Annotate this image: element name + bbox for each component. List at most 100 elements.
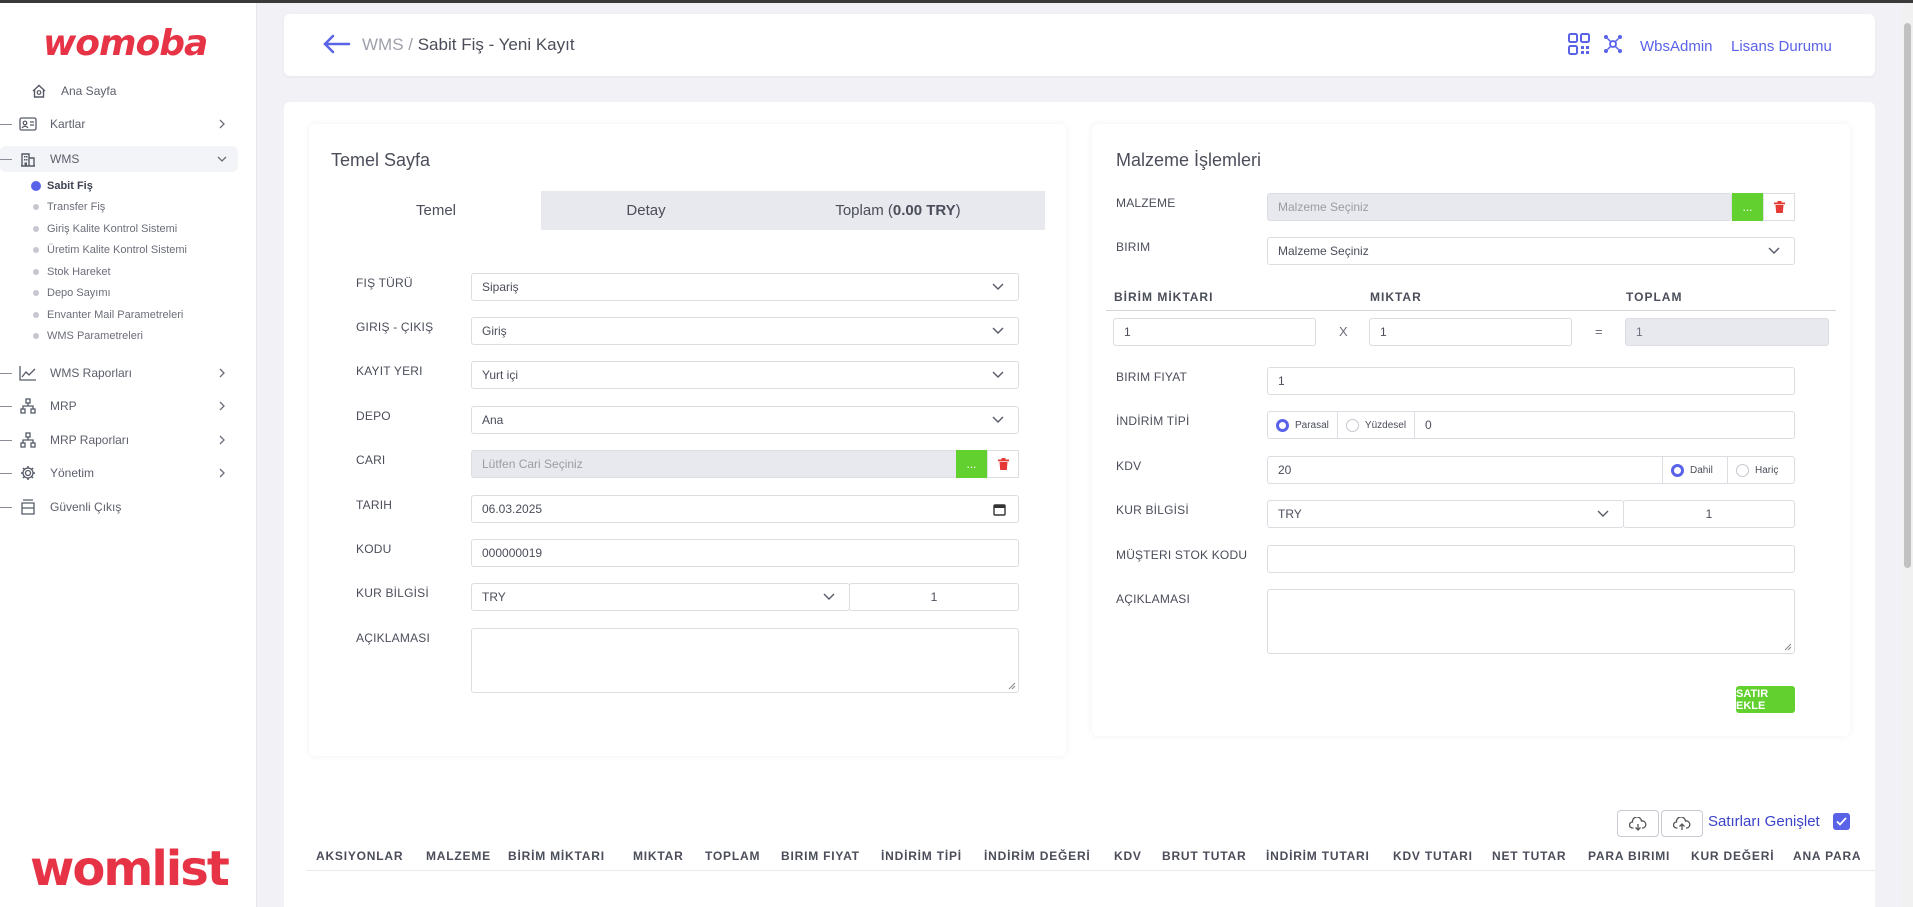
network-icon[interactable]	[1602, 33, 1624, 55]
column-header[interactable]: BIRIM FIYAT	[781, 849, 860, 863]
kodu-input[interactable]: 000000019	[471, 539, 1019, 567]
malzeme-islemleri-panel: Malzeme İşlemleri MALZEME Malzeme Seçini…	[1092, 124, 1850, 736]
page-scrollbar[interactable]	[1902, 3, 1913, 907]
sidebar-sub-sabit-fis[interactable]: Sabit Fiş	[30, 176, 93, 196]
chevron-down-icon	[217, 156, 227, 162]
user-link[interactable]: WbsAdmin	[1640, 38, 1713, 55]
back-arrow-icon[interactable]	[321, 32, 351, 56]
home-icon	[30, 82, 48, 100]
fis-turu-select[interactable]: Sipariş	[471, 273, 1019, 301]
sidebar-item-label: WMS	[50, 152, 80, 166]
radio-indicator	[1345, 418, 1359, 432]
aciklama-label: AÇIKLAMASI	[1116, 592, 1191, 606]
table-header: AKSIYONLAR MALZEME BİRİM MİKTARI MIKTAR …	[306, 841, 1875, 871]
qr-code-icon[interactable]	[1568, 33, 1590, 55]
breadcrumb: WMS / Sabit Fiş - Yeni Kayıt	[362, 35, 575, 55]
sidebar-item-mrp[interactable]: MRP	[0, 393, 225, 419]
musteri-stok-kodu-label: MÜŞTERI STOK KODU	[1116, 548, 1248, 562]
tarih-date-input[interactable]: 06.03.2025	[471, 495, 1019, 523]
radio-label: Dahil	[1690, 464, 1713, 476]
calendar-icon[interactable]	[993, 503, 1006, 516]
sidebar-sub-giris-kalite[interactable]: Giriş Kalite Kontrol Sistemi	[30, 219, 177, 239]
malzeme-delete-button[interactable]	[1763, 193, 1795, 221]
column-header[interactable]: MIKTAR	[633, 849, 684, 863]
cloud-download-button[interactable]	[1617, 810, 1659, 837]
kur-rate-input[interactable]: 1	[1623, 500, 1795, 528]
radio-label: Parasal	[1295, 419, 1329, 431]
kayit-yeri-select[interactable]: Yurt içi	[471, 361, 1019, 389]
column-header[interactable]: NET TUTAR	[1492, 849, 1566, 863]
column-header[interactable]: İNDİRİM TUTARI	[1266, 849, 1370, 863]
kur-rate-input[interactable]: 1	[849, 583, 1019, 611]
column-header[interactable]: PARA BIRIMI	[1588, 849, 1670, 863]
sidebar-item-kartlar[interactable]: Kartlar	[0, 111, 225, 137]
nav-dash	[0, 472, 12, 474]
indirim-value-input[interactable]: 0	[1415, 418, 1432, 432]
birim-miktari-input[interactable]: 1	[1113, 318, 1316, 346]
cari-select-button[interactable]: ...	[956, 450, 987, 478]
birim-fiyat-input[interactable]: 1	[1267, 367, 1795, 395]
tab-toplam-value: 0.00 TRY	[892, 202, 956, 219]
sidebar-sub-envanter-mail[interactable]: Envanter Mail Parametreleri	[30, 305, 183, 325]
satir-ekle-button[interactable]: SATIR EKLE	[1736, 686, 1795, 713]
sidebar-sub-wms-parametreleri[interactable]: WMS Parametreleri	[30, 326, 143, 346]
expand-rows-checkbox[interactable]	[1833, 813, 1850, 830]
chevron-down-icon	[1768, 247, 1780, 254]
cari-input[interactable]: Lütfen Cari Seçiniz	[471, 450, 957, 478]
indirim-yuzdesel-radio[interactable]: Yüzdesel	[1338, 412, 1416, 438]
breadcrumb-parent[interactable]: WMS	[362, 35, 404, 54]
giris-cikis-select[interactable]: Giriş	[471, 317, 1019, 345]
column-header[interactable]: AKSIYONLAR	[316, 849, 403, 863]
malzeme-input[interactable]: Malzeme Seçiniz	[1267, 193, 1732, 221]
tab-detay[interactable]: Detay	[541, 191, 751, 230]
resize-handle-icon[interactable]	[1008, 682, 1016, 690]
column-header[interactable]: ANA PARA	[1793, 849, 1861, 863]
column-header[interactable]: KUR DEĞERİ	[1691, 849, 1774, 863]
sidebar-sub-depo-sayimi[interactable]: Depo Sayımı	[30, 283, 111, 303]
kdv-input[interactable]: 20	[1268, 457, 1663, 483]
kur-select[interactable]: TRY	[471, 583, 850, 611]
column-header[interactable]: BİRİM MİKTARI	[508, 849, 605, 863]
radio-label: Yüzdesel	[1364, 419, 1407, 431]
malzeme-select-button[interactable]: ...	[1732, 193, 1763, 221]
tab-toplam-prefix: Toplam (	[835, 202, 893, 219]
miktar-input[interactable]: 1	[1369, 318, 1572, 346]
depo-select[interactable]: Ana	[471, 406, 1019, 434]
womoba-logo[interactable]: womoba	[43, 23, 208, 64]
column-header[interactable]: KDV	[1114, 849, 1142, 863]
cloud-upload-button[interactable]	[1661, 810, 1703, 837]
kdv-haric-radio[interactable]: Hariç	[1728, 457, 1794, 483]
sidebar-sub-stok-hareket[interactable]: Stok Hareket	[30, 262, 111, 282]
column-header[interactable]: İNDİRİM DEĞERİ	[984, 849, 1091, 863]
tab-toplam[interactable]: Toplam (0.00 TRY)	[751, 191, 1045, 230]
birim-select[interactable]: Malzeme Seçiniz	[1267, 237, 1795, 265]
tab-temel[interactable]: Temel	[331, 191, 541, 230]
sidebar-item-ana-sayfa[interactable]: Ana Sayfa	[30, 78, 116, 104]
sidebar-item-wms-raporlari[interactable]: WMS Raporları	[0, 360, 225, 386]
indirim-parasal-radio[interactable]: Parasal	[1268, 412, 1338, 438]
column-header[interactable]: MALZEME	[426, 849, 491, 863]
aciklama-textarea[interactable]	[471, 628, 1019, 693]
column-header[interactable]: KDV TUTARI	[1393, 849, 1473, 863]
sidebar-sub-uretim-kalite[interactable]: Üretim Kalite Kontrol Sistemi	[30, 240, 187, 260]
cari-delete-button[interactable]	[987, 450, 1019, 478]
column-header[interactable]: BRUT TUTAR	[1162, 849, 1246, 863]
chevron-right-icon	[219, 435, 225, 445]
sidebar-item-mrp-raporlari[interactable]: MRP Raporları	[0, 427, 225, 453]
sidebar-item-yonetim[interactable]: Yönetim	[0, 460, 225, 486]
resize-handle-icon[interactable]	[1784, 643, 1792, 651]
scrollbar-thumb[interactable]	[1904, 23, 1911, 568]
column-header[interactable]: İNDİRİM TİPİ	[881, 849, 962, 863]
expand-rows-label[interactable]: Satırları Genişlet	[1708, 813, 1820, 830]
aciklama-textarea[interactable]	[1267, 589, 1795, 654]
sidebar-item-wms[interactable]: WMS	[0, 146, 238, 172]
womlist-logo[interactable]: womlist	[30, 845, 230, 893]
license-status-link[interactable]: Lisans Durumu	[1731, 38, 1832, 55]
nav-dash	[0, 158, 12, 160]
kdv-dahil-radio[interactable]: Dahil	[1663, 457, 1728, 483]
sidebar-sub-transfer-fis[interactable]: Transfer Fiş	[30, 197, 105, 217]
column-header[interactable]: TOPLAM	[705, 849, 760, 863]
sidebar-item-guvenli-cikis[interactable]: Güvenli Çıkış	[0, 494, 121, 520]
musteri-stok-kodu-input[interactable]	[1267, 545, 1795, 573]
kur-select[interactable]: TRY	[1267, 500, 1624, 528]
